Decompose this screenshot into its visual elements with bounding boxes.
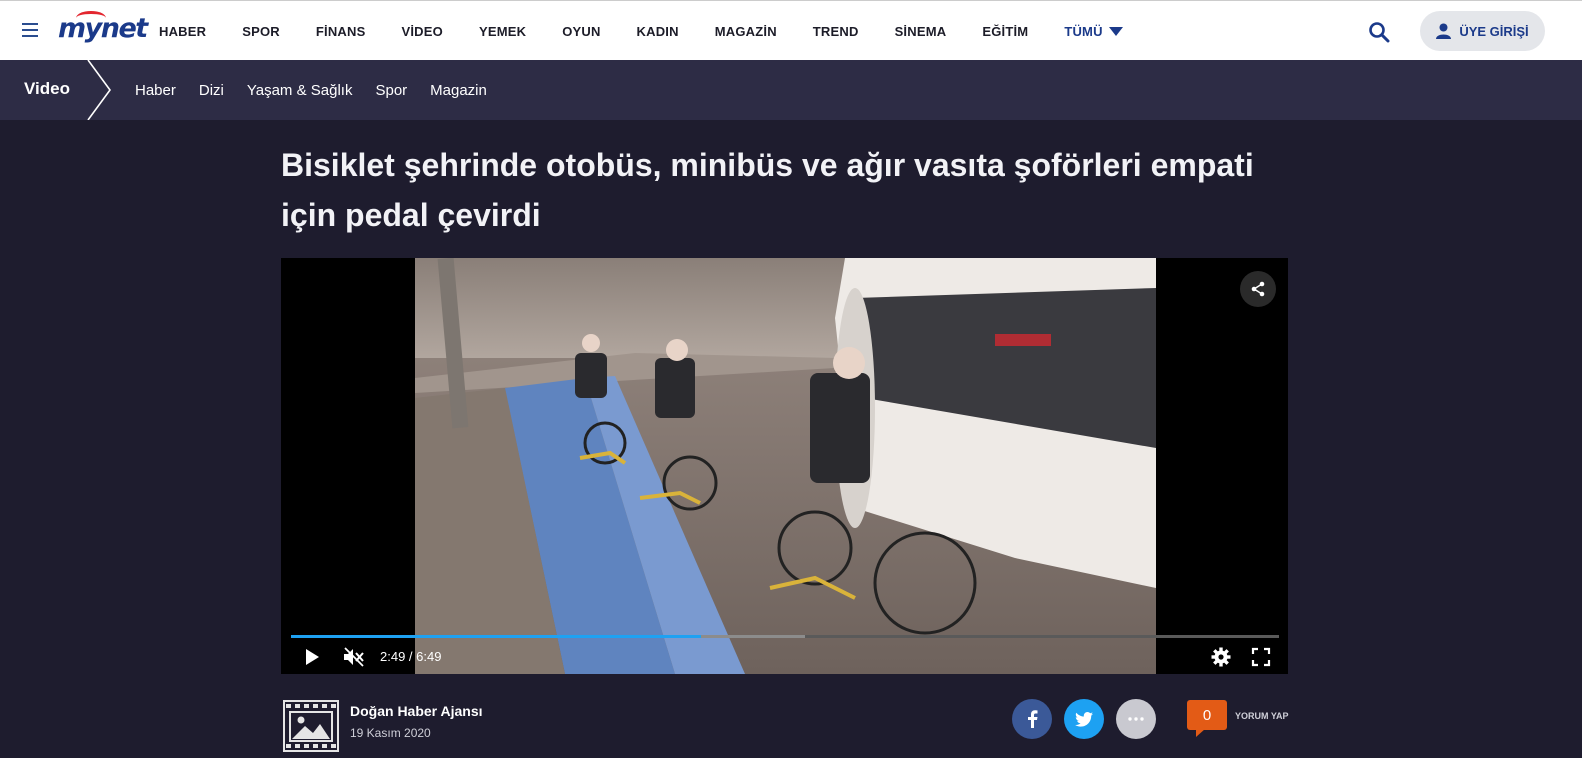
subnav-links: Haber Dizi Yaşam & Sağlık Spor Magazin — [135, 60, 510, 120]
video-player[interactable]: 2:49 / 6:49 — [281, 258, 1288, 674]
nav-item-finans[interactable]: FİNANS — [316, 24, 366, 39]
subnav-item-spor[interactable]: Spor — [375, 82, 407, 99]
comment-button[interactable]: YORUM YAP — [1235, 711, 1289, 721]
more-share-button[interactable] — [1116, 699, 1156, 739]
publish-date: 19 Kasım 2020 — [350, 726, 431, 740]
nav-more-label: TÜMÜ — [1064, 23, 1103, 39]
video-progress-bar[interactable] — [291, 635, 1279, 638]
comment-bubble-tail — [1196, 729, 1205, 737]
chevron-down-icon — [1108, 26, 1123, 36]
video-subnav: Video Haber Dizi Yaşam & Sağlık Spor Mag… — [0, 60, 1582, 120]
facebook-share-button[interactable] — [1012, 699, 1052, 739]
nav-item-kadin[interactable]: KADIN — [637, 24, 679, 39]
share-button[interactable] — [1240, 271, 1276, 307]
mynet-logo[interactable]: mynet — [56, 11, 148, 49]
subnav-item-yasam-saglik[interactable]: Yaşam & Sağlık — [247, 82, 353, 99]
nav-item-oyun[interactable]: OYUN — [562, 24, 600, 39]
source-thumbnail[interactable] — [283, 700, 339, 752]
video-time: 2:49 / 6:49 — [380, 649, 442, 664]
search-icon[interactable] — [1368, 21, 1390, 43]
login-button[interactable]: ÜYE GİRİŞİ — [1420, 11, 1545, 51]
video-frame[interactable] — [415, 258, 1156, 674]
twitter-share-button[interactable] — [1064, 699, 1104, 739]
image-placeholder-icon — [286, 704, 336, 748]
more-dots-icon — [1128, 717, 1144, 721]
nav-item-spor[interactable]: SPOR — [242, 24, 280, 39]
user-icon — [1436, 23, 1452, 39]
article-title: Bisiklet şehrinde otobüs, minibüs ve ağı… — [281, 147, 1254, 233]
login-label: ÜYE GİRİŞİ — [1459, 23, 1529, 39]
progress-played — [291, 635, 702, 638]
section-title[interactable]: Video — [24, 79, 70, 99]
main-nav: HABER SPOR FİNANS VİDEO YEMEK OYUN KADIN… — [159, 1, 1159, 61]
share-icon — [1251, 281, 1265, 297]
nav-item-haber[interactable]: HABER — [159, 24, 206, 39]
hamburger-icon[interactable] — [22, 23, 38, 37]
chevron-right-icon — [87, 60, 111, 120]
subnav-item-dizi[interactable]: Dizi — [199, 82, 224, 99]
source-name[interactable]: Doğan Haber Ajansı — [350, 703, 483, 719]
nav-item-yemek[interactable]: YEMEK — [479, 24, 526, 39]
nav-item-magazin[interactable]: MAGAZİN — [715, 24, 777, 39]
facebook-icon — [1028, 710, 1038, 728]
nav-item-trend[interactable]: TREND — [813, 24, 859, 39]
nav-item-egitim[interactable]: EĞİTİM — [982, 24, 1028, 39]
subnav-item-magazin[interactable]: Magazin — [430, 82, 487, 99]
nav-item-video[interactable]: VİDEO — [401, 24, 442, 39]
nav-more-dropdown[interactable]: TÜMÜ — [1064, 23, 1123, 39]
subnav-item-haber[interactable]: Haber — [135, 82, 176, 99]
comment-count-badge[interactable]: 0 — [1187, 700, 1227, 730]
twitter-icon — [1075, 711, 1093, 727]
play-icon[interactable] — [303, 648, 321, 666]
fullscreen-icon[interactable] — [1251, 647, 1271, 667]
muted-speaker-icon[interactable] — [343, 647, 365, 667]
nav-item-sinema[interactable]: SİNEMA — [895, 24, 947, 39]
top-navbar: mynet HABER SPOR FİNANS VİDEO YEMEK OYUN… — [0, 0, 1582, 60]
gear-icon[interactable] — [1211, 647, 1231, 667]
